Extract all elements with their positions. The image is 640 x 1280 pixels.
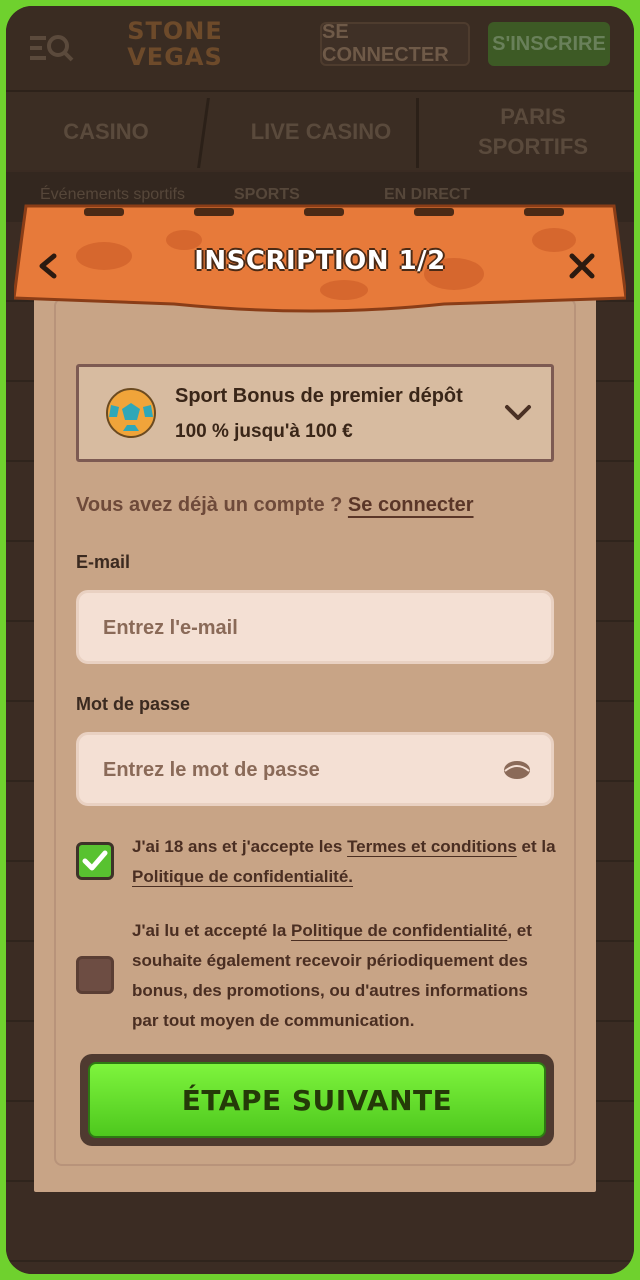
terms-text-2: et la	[516, 837, 556, 856]
privacy-link[interactable]: Politique de confidentialité.	[132, 867, 353, 886]
chevron-left-icon	[39, 253, 57, 279]
menu-search-icon[interactable]	[28, 30, 76, 66]
nav-live-casino[interactable]: LIVE CASINO	[216, 92, 426, 172]
password-field[interactable]: Entrez le mot de passe	[76, 732, 554, 806]
close-icon	[569, 253, 595, 279]
email-label: E-mail	[76, 552, 131, 572]
terms-text: J'ai 18 ans et j'accepte les Termes et c…	[132, 832, 556, 892]
next-step-label: ÉTAPE SUIVANTE	[88, 1062, 546, 1138]
main-nav: CASINO LIVE CASINO PARIS SPORTIFS	[6, 90, 634, 170]
have-account-line: Vous avez déjà un compte ? Se connecter	[76, 494, 474, 517]
email-placeholder: Entrez l'e-mail	[103, 617, 238, 639]
logo-text-1: STONE	[127, 17, 223, 45]
chevron-down-icon	[505, 405, 531, 420]
marketing-text-1: J'ai lu et accepté la	[132, 921, 292, 940]
soccer-ball-icon	[106, 388, 156, 438]
logo-text-2: VEGAS	[127, 43, 223, 71]
next-step-button[interactable]: ÉTAPE SUIVANTE	[80, 1054, 554, 1146]
marketing-text: J'ai lu et accepté la Politique de confi…	[132, 916, 556, 1036]
marketing-privacy-link[interactable]: Politique de confidentialité	[291, 921, 507, 940]
login-link[interactable]: Se connecter	[348, 494, 474, 516]
modal-title: INSCRIPTION 1/2	[194, 246, 446, 276]
have-account-text: Vous avez déjà un compte ?	[76, 494, 348, 516]
bonus-subtitle: 100 % jusqu'à 100 €	[175, 421, 353, 442]
eye-icon[interactable]	[503, 759, 531, 781]
email-field[interactable]: Entrez l'e-mail	[76, 590, 554, 664]
password-placeholder: Entrez le mot de passe	[103, 759, 320, 781]
nav-paris-sportifs[interactable]: PARIS SPORTIFS	[458, 92, 608, 172]
nav-divider	[416, 98, 419, 168]
stone-vegas-logo[interactable]: STONE VEGAS	[110, 18, 240, 78]
nav-casino[interactable]: CASINO	[6, 92, 206, 172]
terms-link[interactable]: Termes et conditions	[347, 837, 517, 856]
close-button[interactable]	[562, 246, 602, 286]
signup-button[interactable]: S'INSCRIRE	[488, 22, 610, 66]
terms-checkbox[interactable]	[76, 842, 114, 880]
password-label: Mot de passe	[76, 694, 191, 714]
top-bar: STONE VEGAS SE CONNECTER S'INSCRIRE	[6, 6, 634, 90]
back-button[interactable]	[30, 248, 66, 284]
checkmark-icon	[82, 850, 108, 871]
bonus-title: Sport Bonus de premier dépôt	[175, 385, 463, 407]
bonus-selector[interactable]: Sport Bonus de premier dépôt 100 % jusqu…	[76, 364, 554, 462]
terms-text-1: J'ai 18 ans et j'accepte les	[132, 837, 348, 856]
login-button[interactable]: SE CONNECTER	[320, 21, 470, 66]
marketing-checkbox[interactable]	[76, 956, 114, 994]
